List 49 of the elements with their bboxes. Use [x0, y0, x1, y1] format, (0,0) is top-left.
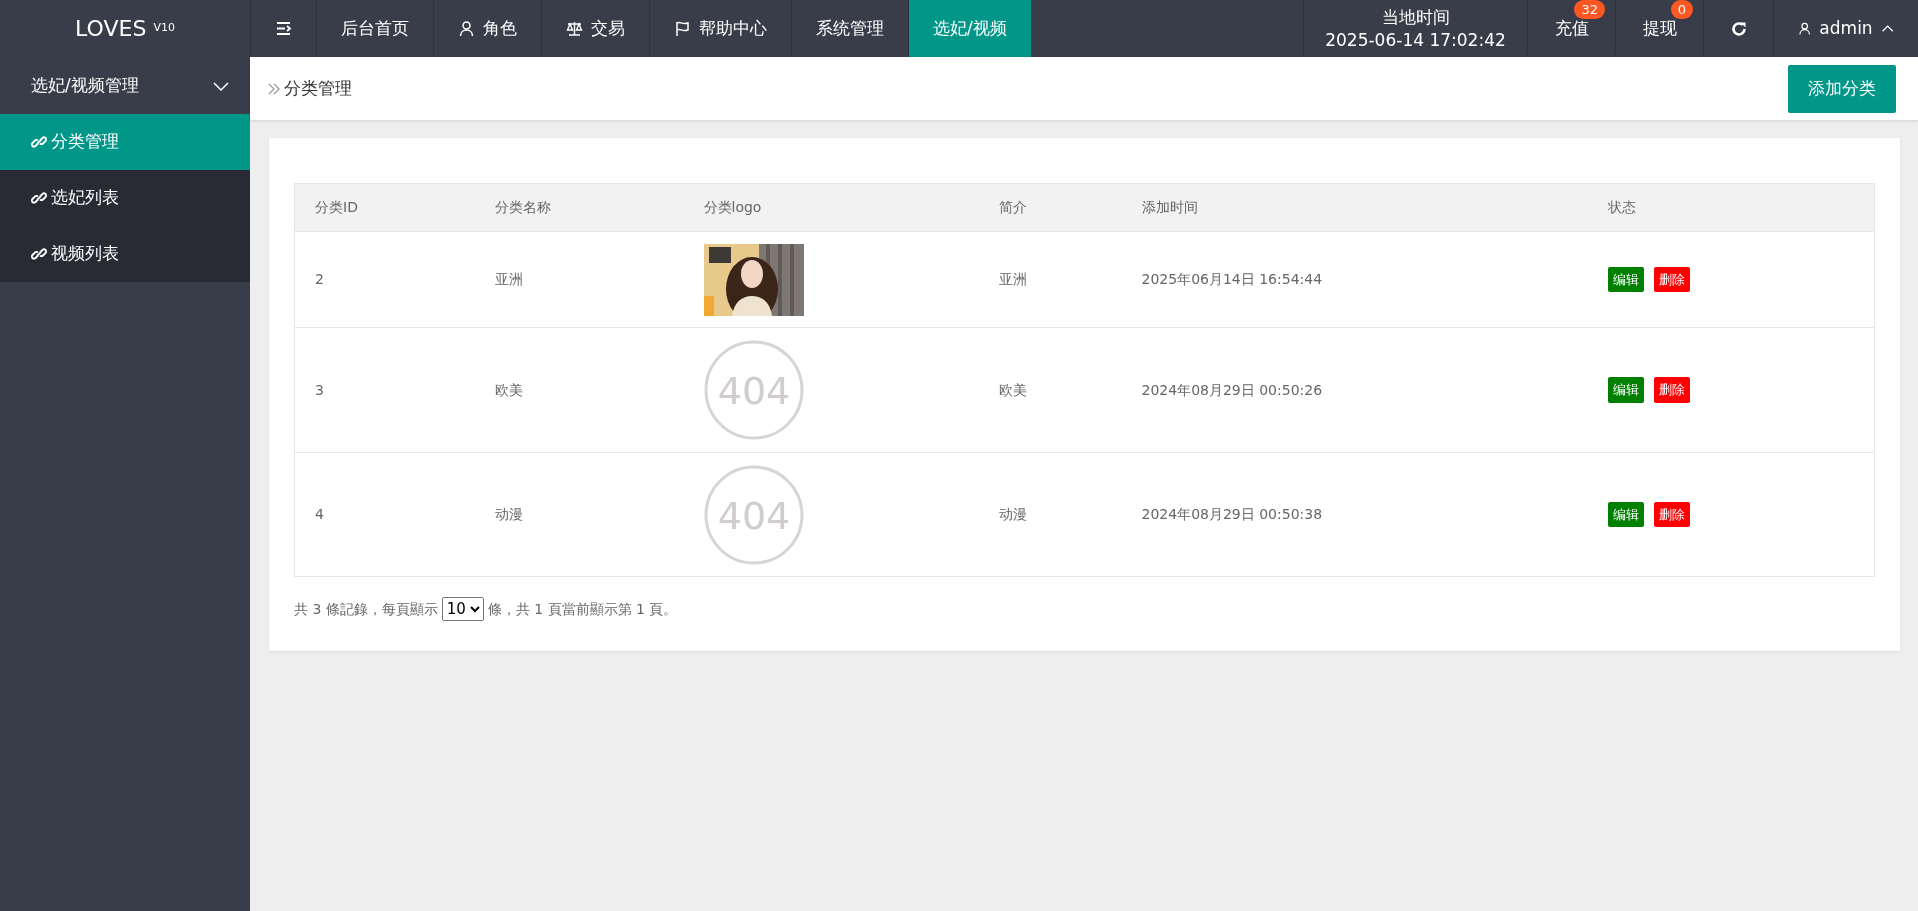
table-cell: 欧美 — [474, 327, 684, 453]
double-chevron-icon — [268, 82, 280, 95]
table-cell: 2024年08月29日 00:50:38 — [1121, 452, 1588, 577]
table-cell: 动漫 — [978, 452, 1122, 577]
brand-logo: LOVES $^{V10}$ — [75, 15, 175, 43]
table-cell: 3 — [294, 327, 475, 453]
count-badge: 32 — [1574, 0, 1605, 19]
edit-button[interactable]: 编辑 — [1607, 266, 1644, 293]
clock-label: 当地时间 — [1381, 5, 1450, 29]
edit-button[interactable]: 编辑 — [1607, 377, 1644, 403]
person-icon — [1798, 20, 1812, 37]
delete-button[interactable]: 删除 — [1653, 501, 1690, 528]
link-icon — [31, 190, 47, 206]
count-badge: 0 — [1670, 0, 1693, 19]
person-icon — [458, 20, 475, 37]
clock-time: 2025-06-14 17:02:42 — [1325, 28, 1506, 52]
table-cell: 欧美 — [978, 327, 1122, 453]
pager-text: 共 3 條記錄，每頁顯示 — [294, 599, 438, 619]
sidebar-item[interactable]: 分类管理 — [0, 114, 250, 170]
pager-text: 條，共 1 頁當前顯示第 1 頁。 — [487, 599, 678, 619]
page-size-select[interactable]: 10 — [441, 597, 484, 621]
table-cell: 亚洲 — [474, 231, 684, 328]
column-header: 分类ID — [294, 183, 475, 232]
refresh-icon[interactable] — [1729, 19, 1748, 38]
table-cell: 2 — [294, 231, 475, 328]
table-cell: 动漫 — [474, 452, 684, 577]
table-cell: 4 — [294, 452, 475, 577]
column-header: 简介 — [978, 183, 1122, 232]
flag-icon — [674, 20, 691, 37]
table-cell: 2024年08月29日 00:50:26 — [1121, 327, 1588, 453]
column-header: 分类名称 — [474, 183, 684, 232]
column-header: 状态 — [1587, 183, 1875, 232]
delete-button[interactable]: 删除 — [1653, 266, 1690, 293]
sidebar-item[interactable]: 视频列表 — [0, 226, 250, 282]
sidebar-item[interactable]: 选妃列表 — [0, 170, 250, 226]
breadcrumb: 分类管理 — [284, 76, 352, 100]
add-category-button[interactable]: 添加分类 — [1788, 64, 1896, 113]
table-cell: 2025年06月14日 16:54:44 — [1121, 231, 1588, 328]
scale-icon — [566, 20, 583, 37]
link-icon — [31, 246, 47, 262]
menu-icon — [275, 20, 292, 37]
table-cell: 亚洲 — [978, 231, 1122, 328]
link-icon — [31, 134, 47, 150]
column-header: 添加时间 — [1121, 183, 1588, 232]
delete-button[interactable]: 删除 — [1653, 377, 1690, 403]
column-header: 分类logo — [683, 183, 979, 232]
nav-tab[interactable]: 选妃/视频 — [908, 0, 1031, 57]
sidebar-group[interactable]: 选妃/视频管理 — [0, 57, 250, 114]
edit-button[interactable]: 编辑 — [1607, 501, 1644, 528]
